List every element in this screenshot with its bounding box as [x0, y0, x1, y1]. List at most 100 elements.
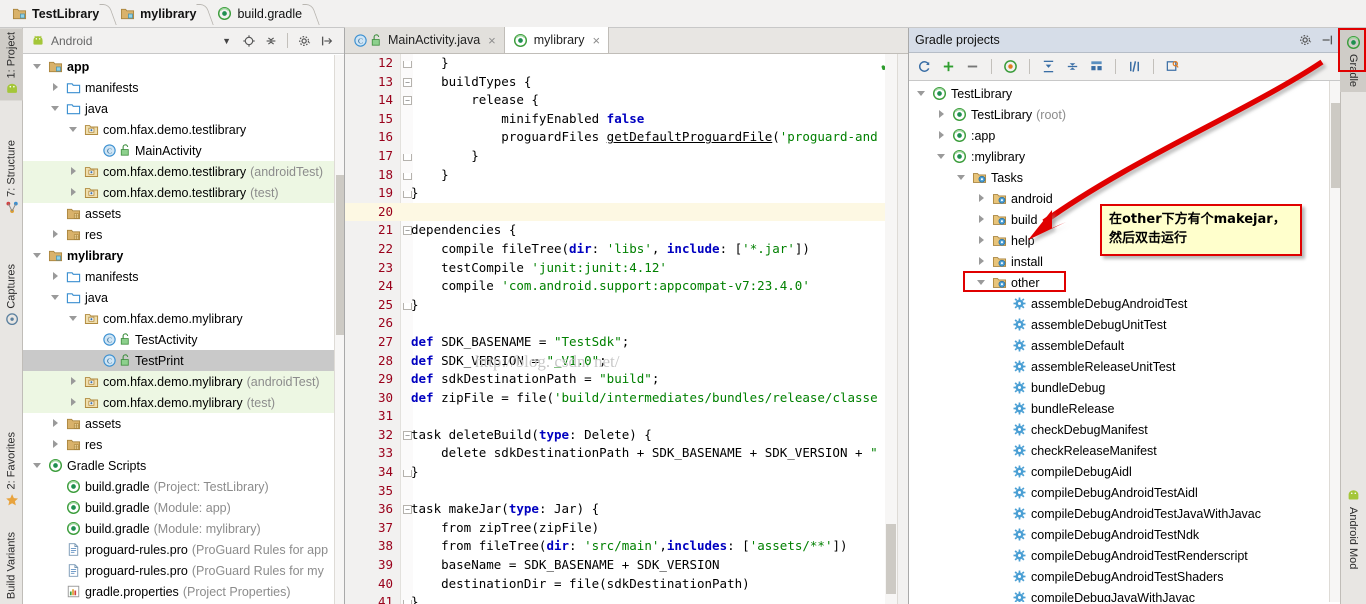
tree-item[interactable]: java: [23, 287, 344, 308]
code-line[interactable]: 24 compile 'com.android.support:appcompa…: [345, 277, 908, 296]
tree-item[interactable]: CTestPrint: [23, 350, 344, 371]
code-editor[interactable]: 12 }13− buildTypes {14− release {15 mini…: [345, 54, 908, 604]
group-tasks-icon[interactable]: [1089, 59, 1104, 74]
tree-expand-arrow-icon[interactable]: [977, 256, 988, 267]
tree-item[interactable]: [23, 602, 344, 603]
scrollbar-thumb[interactable]: [1331, 103, 1340, 188]
tree-expand-arrow-icon[interactable]: [977, 214, 988, 225]
tree-expand-arrow-icon[interactable]: [51, 418, 62, 429]
target-icon[interactable]: [241, 33, 256, 48]
code-line[interactable]: 15 minifyEnabled false: [345, 110, 908, 129]
breadcrumb-item-build-gradle[interactable]: build.gradle: [213, 0, 304, 28]
scrollbar-thumb[interactable]: [886, 524, 896, 594]
tree-expand-arrow-icon[interactable]: [69, 124, 80, 135]
code-line[interactable]: 39 baseName = SDK_BASENAME + SDK_VERSION: [345, 556, 908, 575]
tree-item[interactable]: assets: [23, 413, 344, 434]
tree-item[interactable]: com.hfax.demo.mylibrary(test): [23, 392, 344, 413]
gradle-tree-item[interactable]: compileDebugAndroidTestAidl: [909, 482, 1340, 503]
code-line[interactable]: 37 from zipTree(zipFile): [345, 519, 908, 538]
code-line[interactable]: 14− release {: [345, 91, 908, 110]
code-line[interactable]: 12 }: [345, 54, 908, 73]
tool-window-button-1--project[interactable]: 1: Project: [0, 28, 23, 100]
project-tree[interactable]: appmanifestsjavacom.hfax.demo.testlibrar…: [23, 54, 344, 603]
code-line[interactable]: 23 testCompile 'junit:junit:4.12': [345, 259, 908, 278]
code-line[interactable]: 33 delete sdkDestinationPath + SDK_BASEN…: [345, 444, 908, 463]
tree-expand-arrow-icon[interactable]: [957, 172, 968, 183]
tool-window-button-7--structure[interactable]: 7: Structure: [0, 136, 23, 219]
settings-gear-icon[interactable]: [297, 33, 312, 48]
code-line[interactable]: 22 compile fileTree(dir: 'libs', include…: [345, 240, 908, 259]
tree-item[interactable]: manifests: [23, 266, 344, 287]
toggle-offline-icon[interactable]: [1127, 59, 1142, 74]
editor-tab-mylibrary[interactable]: mylibrary×: [505, 27, 609, 53]
tree-item[interactable]: com.hfax.demo.testlibrary(androidTest): [23, 161, 344, 182]
close-icon[interactable]: ×: [592, 33, 600, 48]
gradle-tree-item[interactable]: compileDebugAidl: [909, 461, 1340, 482]
editor-tab-mainactivity-java[interactable]: CMainActivity.java×: [345, 27, 505, 53]
tree-item[interactable]: proguard-rules.pro(ProGuard Rules for my: [23, 560, 344, 581]
execute-gradle-task-icon[interactable]: [1003, 59, 1018, 74]
code-line[interactable]: 25}: [345, 296, 908, 315]
editor-scrollbar[interactable]: [885, 54, 897, 604]
tree-expand-arrow-icon[interactable]: [33, 61, 44, 72]
gradle-tree-item[interactable]: assembleReleaseUnitTest: [909, 356, 1340, 377]
code-line[interactable]: 21−dependencies {: [345, 221, 908, 240]
code-line[interactable]: 27def SDK_BASENAME = "TestSdk";: [345, 333, 908, 352]
tree-expand-arrow-icon[interactable]: [937, 109, 948, 120]
tree-item[interactable]: java: [23, 98, 344, 119]
code-line[interactable]: 26: [345, 314, 908, 333]
tree-item[interactable]: build.gradle(Project: TestLibrary): [23, 476, 344, 497]
code-line[interactable]: 17 }: [345, 147, 908, 166]
tree-expand-arrow-icon[interactable]: [977, 193, 988, 204]
code-line[interactable]: 13− buildTypes {: [345, 73, 908, 92]
tree-expand-arrow-icon[interactable]: [69, 376, 80, 387]
gradle-tree-item[interactable]: compileDebugAndroidTestRenderscript: [909, 545, 1340, 566]
gradle-tree-item[interactable]: bundleRelease: [909, 398, 1340, 419]
tree-item[interactable]: build.gradle(Module: mylibrary): [23, 518, 344, 539]
tree-expand-arrow-icon[interactable]: [51, 82, 62, 93]
tree-item[interactable]: com.hfax.demo.testlibrary(test): [23, 182, 344, 203]
gradle-tree-item[interactable]: compileDebugAndroidTestJavaWithJavac: [909, 503, 1340, 524]
tool-window-button-build-variants[interactable]: Build Variants: [0, 528, 23, 604]
gradle-tree-item[interactable]: compileDebugJavaWithJavac: [909, 587, 1340, 602]
tool-window-button-android-mod[interactable]: Android Mod: [1340, 483, 1366, 574]
code-line[interactable]: 16 proguardFiles getDefaultProguardFile(…: [345, 128, 908, 147]
configure-icon[interactable]: [1165, 59, 1180, 74]
tool-window-button-captures[interactable]: Captures: [0, 260, 23, 331]
code-line[interactable]: 36−task makeJar(type: Jar) {: [345, 500, 908, 519]
collapse-all-icon[interactable]: [1065, 59, 1080, 74]
close-icon[interactable]: ×: [488, 33, 496, 48]
tree-expand-arrow-icon[interactable]: [69, 187, 80, 198]
breadcrumb-item-mylibrary[interactable]: mylibrary: [116, 0, 198, 28]
settings-gear-icon[interactable]: [1298, 33, 1313, 48]
scrollbar-thumb[interactable]: [336, 175, 344, 335]
code-line[interactable]: 20: [345, 203, 908, 222]
tree-item[interactable]: gradle.properties(Project Properties): [23, 581, 344, 602]
tree-expand-arrow-icon[interactable]: [69, 397, 80, 408]
gradle-tree-item[interactable]: compileDebugAndroidTestNdk: [909, 524, 1340, 545]
tree-expand-arrow-icon[interactable]: [51, 439, 62, 450]
gradle-tree-item[interactable]: TestLibrary: [909, 83, 1340, 104]
tree-expand-arrow-icon[interactable]: [33, 460, 44, 471]
gradle-tree-item-other[interactable]: other: [909, 272, 1340, 293]
gradle-tree-item[interactable]: TestLibrary(root): [909, 104, 1340, 125]
code-line[interactable]: 34}: [345, 463, 908, 482]
gradle-tree-item[interactable]: Tasks: [909, 167, 1340, 188]
gradle-tree-scrollbar[interactable]: [1329, 81, 1340, 602]
expand-all-icon[interactable]: [1041, 59, 1056, 74]
code-line[interactable]: 40 destinationDir = file(sdkDestinationP…: [345, 575, 908, 594]
tool-window-button-gradle[interactable]: Gradle: [1340, 30, 1366, 92]
tree-item[interactable]: proguard-rules.pro(ProGuard Rules for ap…: [23, 539, 344, 560]
tree-item[interactable]: res: [23, 434, 344, 455]
code-line[interactable]: 30def zipFile = file('build/intermediate…: [345, 389, 908, 408]
gradle-tree-item[interactable]: compileDebugAndroidTestShaders: [909, 566, 1340, 587]
tree-item[interactable]: mylibrary: [23, 245, 344, 266]
tree-item[interactable]: res: [23, 224, 344, 245]
breadcrumb-item-testlibrary[interactable]: TestLibrary: [8, 0, 101, 28]
tree-expand-arrow-icon[interactable]: [69, 313, 80, 324]
tree-expand-arrow-icon[interactable]: [51, 292, 62, 303]
gradle-tree-item[interactable]: checkReleaseManifest: [909, 440, 1340, 461]
refresh-icon[interactable]: [917, 59, 932, 74]
tree-expand-arrow-icon[interactable]: [51, 229, 62, 240]
code-lines[interactable]: 12 }13− buildTypes {14− release {15 mini…: [345, 54, 908, 604]
